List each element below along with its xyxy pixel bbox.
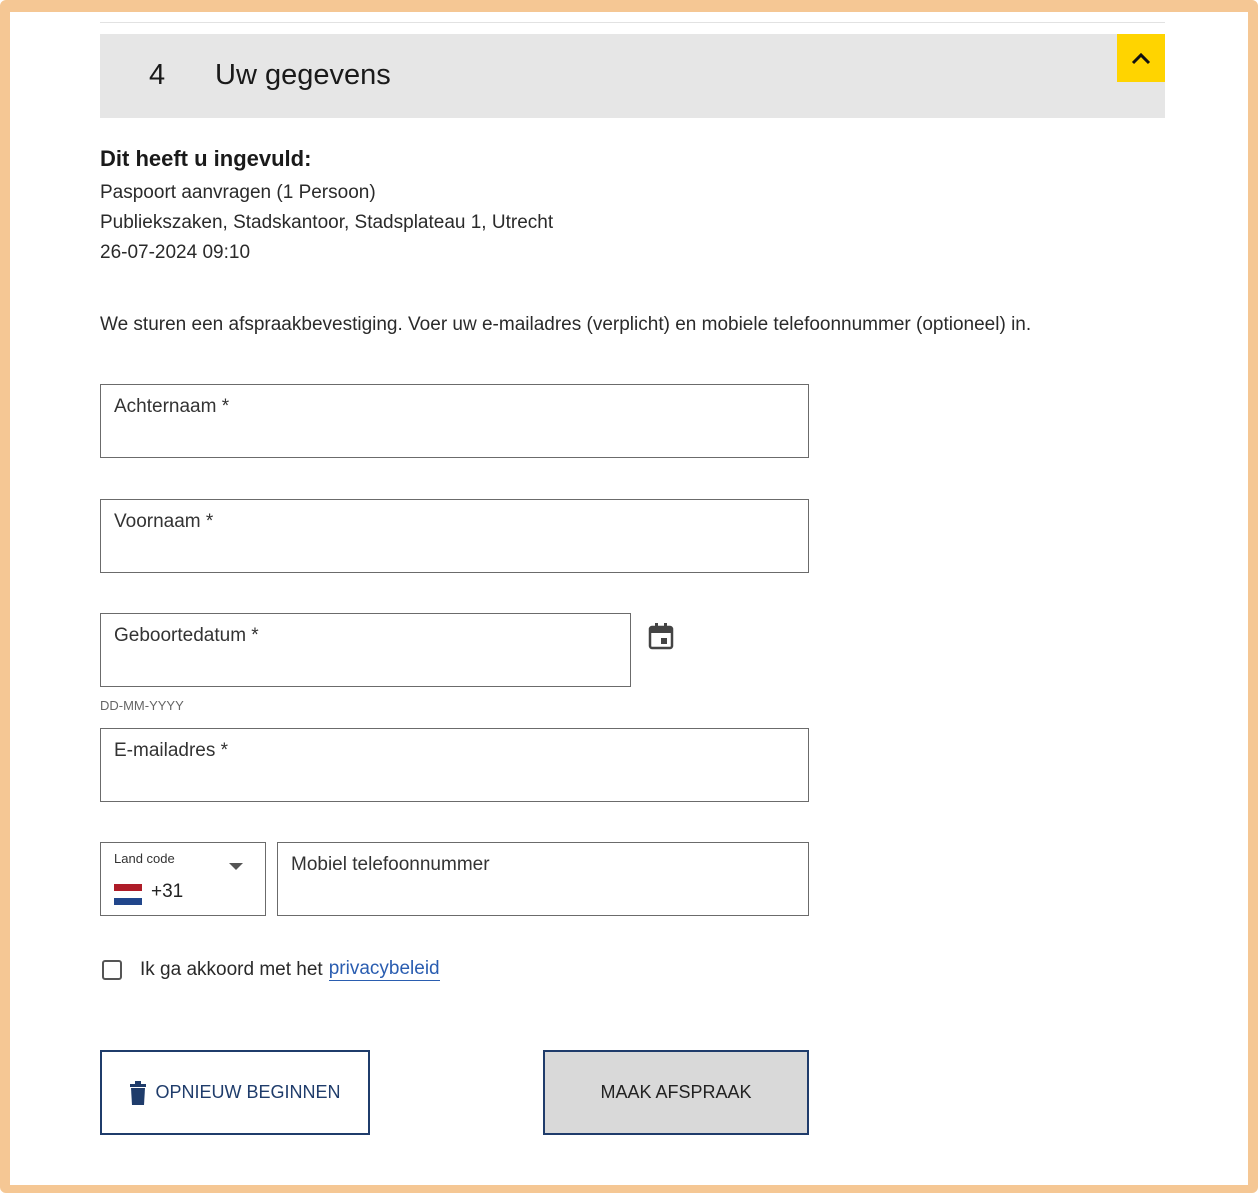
intro-text: We sturen een afspraakbevestiging. Voer …	[100, 314, 1032, 335]
email-input[interactable]	[114, 767, 795, 793]
last-name-input[interactable]	[114, 423, 795, 449]
collapse-button[interactable]	[1117, 34, 1165, 82]
phone-label: Mobiel telefoonnummer	[291, 854, 490, 875]
country-code-value: +31	[151, 881, 184, 902]
privacy-link[interactable]: privacybeleid	[328, 958, 440, 981]
phone-input[interactable]	[291, 881, 795, 907]
summary-location: Publiekszaken, Stadskantoor, Stadsplatea…	[100, 212, 554, 233]
divider	[100, 22, 1165, 23]
trash-icon	[130, 1080, 147, 1105]
section-title: Uw gegevens	[215, 59, 391, 91]
make-appointment-label: MAAK AFSPRAAK	[600, 1082, 752, 1102]
restart-button-label: OPNIEUW BEGINNEN	[155, 1082, 341, 1102]
last-name-field[interactable]: Achternaam *	[100, 384, 809, 458]
email-label: E-mailadres *	[114, 740, 229, 761]
birthdate-label: Geboortedatum *	[114, 625, 259, 646]
first-name-field[interactable]: Voornaam *	[100, 499, 809, 573]
privacy-checkbox[interactable]	[102, 959, 122, 980]
section-header[interactable]: 4 Uw gegevens	[100, 34, 1165, 118]
birthdate-hint: DD-MM-YYYY	[100, 698, 184, 713]
chevron-up-icon	[1131, 52, 1151, 65]
summary-product: Paspoort aanvragen (1 Persoon)	[100, 182, 376, 203]
first-name-input[interactable]	[114, 538, 795, 564]
dropdown-caret-icon	[229, 863, 243, 870]
page-frame	[0, 0, 1258, 1193]
restart-button[interactable]: OPNIEUW BEGINNEN	[100, 1050, 370, 1135]
last-name-label: Achternaam *	[114, 396, 230, 417]
summary-datetime: 26-07-2024 09:10	[100, 242, 251, 263]
summary-title: Dit heeft u ingevuld:	[100, 146, 312, 171]
email-field[interactable]: E-mailadres *	[100, 728, 809, 802]
birthdate-input[interactable]	[114, 652, 617, 678]
calendar-icon[interactable]	[648, 622, 674, 650]
step-number: 4	[149, 59, 166, 91]
first-name-label: Voornaam *	[114, 511, 214, 532]
privacy-consent: Ik ga akkoord met het privacybeleid	[102, 958, 440, 981]
country-code-select[interactable]: Land code +31	[100, 842, 266, 916]
birthdate-field[interactable]: Geboortedatum *	[100, 613, 631, 687]
country-code-label: Land code	[114, 851, 175, 866]
make-appointment-button[interactable]: MAAK AFSPRAAK	[543, 1050, 809, 1135]
consent-text: Ik ga akkoord met het	[140, 958, 323, 980]
phone-field[interactable]: Mobiel telefoonnummer	[277, 842, 809, 916]
netherlands-flag-icon	[114, 884, 142, 905]
